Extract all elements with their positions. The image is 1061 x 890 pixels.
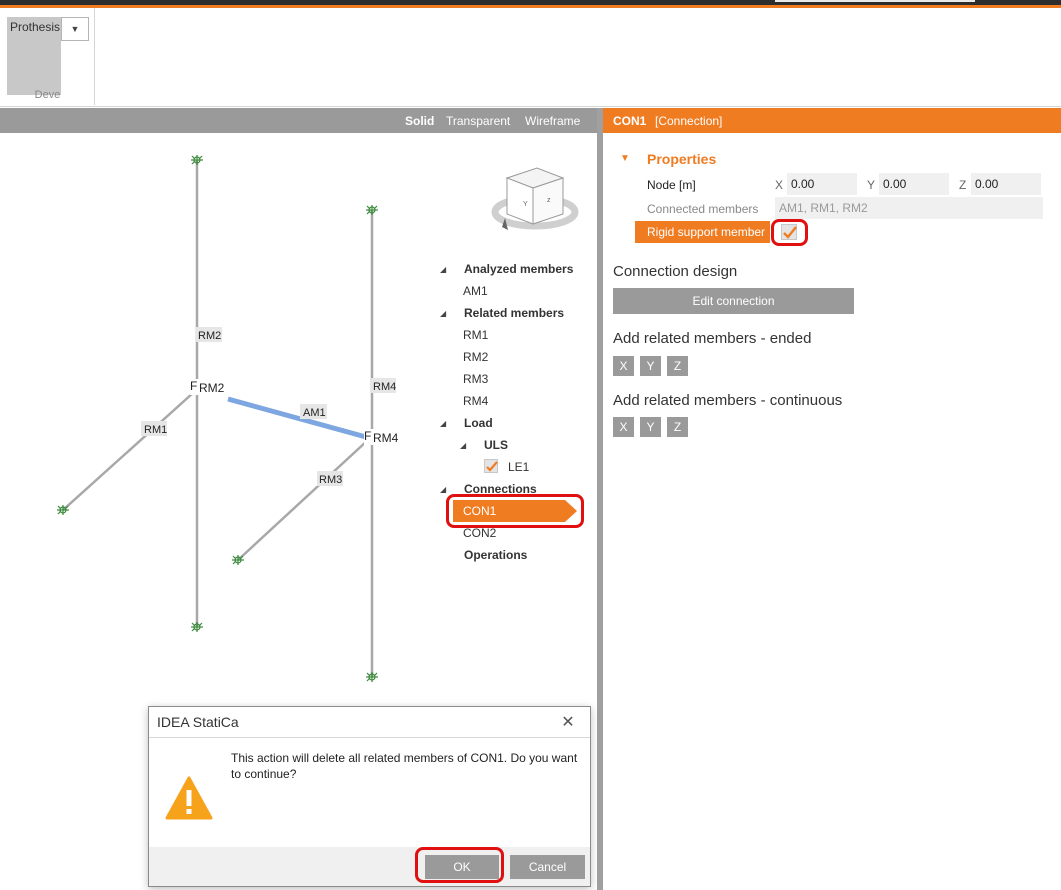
support-icon [366,205,378,215]
ribbon-group-deve: Prothesis ▼ Deve [0,8,95,105]
tree-item-le1[interactable]: LE1 [508,460,529,474]
model-canvas[interactable]: RM2 RM4 RM1 AM1 RM3 F RM2 F RM4 Y z [0,133,597,703]
add-continuous-y-button[interactable]: Y [640,417,661,437]
node-prefix-rm2: F [190,379,197,393]
connected-members-value: AM1, RM1, RM2 [779,201,868,215]
collapse-icon[interactable]: ◢ [440,485,446,494]
tree-uls[interactable]: ULS [484,438,508,452]
highlight-rigid-support [771,219,808,246]
member-label-am1: AM1 [303,407,326,419]
add-ended-y-button[interactable]: Y [640,356,661,376]
view-mode-solid[interactable]: Solid [405,114,434,128]
tree-item-rm3[interactable]: RM3 [463,372,488,386]
node-x-field[interactable]: 0.00 [787,173,857,195]
support-icon [57,505,69,515]
member-label-rm3: RM3 [319,474,342,486]
node-y-field[interactable]: 0.00 [879,173,949,195]
title-strip [0,0,1061,8]
dialog-title: IDEA StatiCa [157,714,239,730]
le1-checkbox[interactable] [484,459,498,473]
close-icon[interactable]: ✕ [558,712,578,732]
member-label-rm4: RM4 [373,381,396,393]
edit-connection-button[interactable]: Edit connection [613,288,854,314]
view-mode-wireframe[interactable]: Wireframe [525,114,580,128]
panel-header: CON1 [Connection] [603,108,1061,133]
tree-item-con2[interactable]: CON2 [463,526,496,540]
view-mode-bar: Solid Transparent Wireframe [0,108,597,133]
app-window: Prothesis ▼ Deve Solid Transparent Wiref… [0,0,1061,890]
tree-item-am1[interactable]: AM1 [463,284,488,298]
node-label-rm2: RM2 [199,381,225,395]
x-axis-label: X [775,178,784,192]
support-icon [232,555,244,565]
support-icon [191,155,203,165]
ribbon: Prothesis ▼ Deve [0,8,1061,107]
add-continuous-x-button[interactable]: X [613,417,634,437]
dialog-titlebar[interactable]: IDEA StatiCa ✕ [149,707,590,737]
y-axis-label: Y [867,178,876,192]
collapse-icon[interactable]: ◢ [440,309,446,318]
tree-item-rm4[interactable]: RM4 [463,394,488,408]
chevron-down-icon: ▼ [70,24,80,34]
panel-header-type: [Connection] [655,114,723,128]
add-ended-title: Add related members - ended [613,330,812,347]
cube-face-y: Y [523,201,528,208]
highlight-ok-button [415,847,504,883]
warning-icon [165,776,213,820]
collapse-icon[interactable]: ◢ [440,265,446,274]
node-y-value: 0.00 [883,177,907,191]
node-z-field[interactable]: 0.00 [971,173,1041,195]
connected-members-label: Connected members [647,202,759,216]
connection-design-title: Connection design [613,263,738,280]
cube-face-z: z [547,197,551,204]
tree-related-members[interactable]: Related members [464,306,564,320]
highlight-con1 [446,494,584,528]
rigid-support-label: Rigid support member [635,221,770,243]
panel-header-name: CON1 [613,114,647,128]
add-continuous-z-button[interactable]: Z [667,417,688,437]
properties-title[interactable]: Properties [647,151,716,167]
prothesis-dropdown[interactable]: ▼ [61,17,89,41]
collapse-icon[interactable]: ◢ [440,419,446,428]
node-x-value: 0.00 [791,177,815,191]
view-cube-icon: Y z [491,167,579,230]
dialog-footer: OK Cancel [149,847,590,886]
member-label-rm1: RM1 [144,424,167,436]
add-ended-x-button[interactable]: X [613,356,634,376]
support-icon [366,672,378,682]
search-box[interactable] [775,0,975,2]
tree-item-rm2[interactable]: RM2 [463,350,488,364]
ribbon-group-caption: Deve [34,89,61,101]
connected-members-field: AM1, RM1, RM2 [775,197,1043,219]
support-icon [191,622,203,632]
checkmark-icon [486,461,498,472]
cancel-button[interactable]: Cancel [510,855,585,879]
collapse-icon[interactable]: ▼ [620,153,630,164]
member-am1-line [227,396,367,440]
tree-load[interactable]: Load [464,416,493,430]
prothesis-label: Prothesis [10,20,61,34]
node-prefix-rm4: F [364,429,371,443]
collapse-icon[interactable]: ◢ [460,441,466,450]
node-label: Node [m] [647,178,696,192]
z-axis-label: Z [959,178,967,192]
tree-operations[interactable]: Operations [464,548,527,562]
properties-panel: CON1 [Connection] ▼ Properties Node [m] … [603,108,1061,890]
node-z-value: 0.00 [975,177,999,191]
member-rm1-line [62,392,194,511]
dialog-message: This action will delete all related memb… [231,751,578,781]
tree-analyzed-members[interactable]: Analyzed members [464,262,573,276]
node-label-rm4: RM4 [373,431,399,445]
member-rm3-line [237,439,369,561]
tree-item-rm1[interactable]: RM1 [463,328,488,342]
confirm-dialog: IDEA StatiCa ✕ This action will delete a… [148,706,591,887]
add-continuous-title: Add related members - continuous [613,392,843,409]
member-label-rm2: RM2 [198,330,221,342]
view-mode-transparent[interactable]: Transparent [446,114,510,128]
add-ended-z-button[interactable]: Z [667,356,688,376]
